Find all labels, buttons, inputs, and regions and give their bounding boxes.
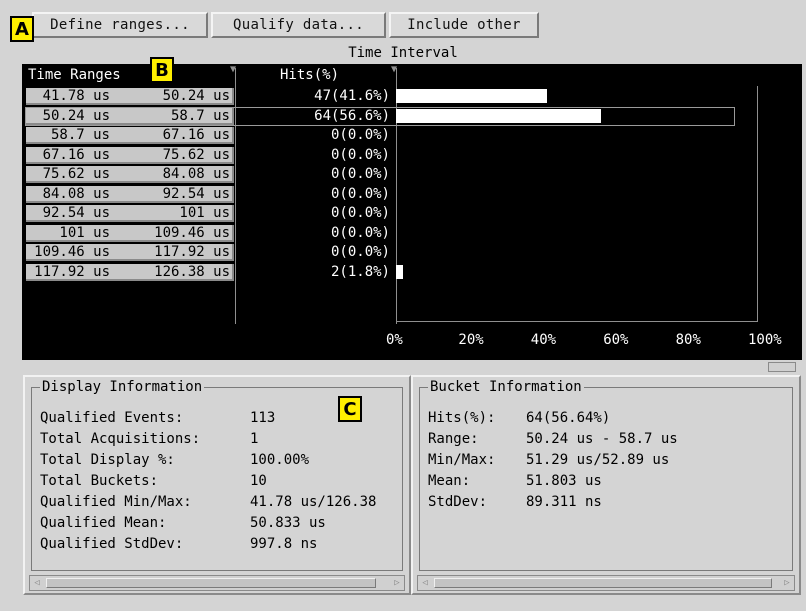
hits-value[interactable]: 64(56.6%) <box>250 108 390 124</box>
info-value: 51.29 us/52.89 us <box>526 452 670 468</box>
time-range-row[interactable]: 67.16 us 75.62 us <box>26 146 234 164</box>
scroll-right-arrow-icon[interactable]: ▷ <box>390 576 404 590</box>
range-high: 67.16 us <box>162 127 230 143</box>
bucket-info-panel: Bucket Information Hits(%): 64(56.64%) Ran… <box>411 375 801 595</box>
hits-value[interactable]: 0(0.0%) <box>250 166 390 182</box>
info-label: Hits(%): <box>428 410 496 426</box>
hits-bar[interactable] <box>396 89 547 103</box>
range-low: 92.54 us <box>42 205 110 221</box>
range-high: 109.46 us <box>154 224 230 241</box>
info-label: StdDev: <box>428 494 488 510</box>
range-high: 101 us <box>179 205 230 221</box>
callout-a: A <box>10 16 34 42</box>
range-low: 75.62 us <box>42 166 110 182</box>
info-value: 64(56.64%) <box>526 410 611 426</box>
time-range-row[interactable]: 41.78 us 50.24 us <box>26 88 234 105</box>
hits-value[interactable]: 0(0.0%) <box>250 205 390 221</box>
info-value: 89.311 ns <box>526 494 602 510</box>
info-value: 1 <box>250 431 259 447</box>
bucket-info-title: Bucket Information <box>428 379 584 395</box>
range-low: 84.08 us <box>42 185 110 202</box>
info-label: Mean: <box>428 473 471 489</box>
callout-b: B <box>150 57 174 83</box>
info-label: Qualified Mean: <box>40 515 167 531</box>
histogram-panel[interactable]: Time Ranges Hits(%) ▼ ▼ 41.78 us 50.24 us… <box>22 64 802 360</box>
bucket-info-frame: Bucket Information Hits(%): 64(56.64%) Ran… <box>419 379 793 571</box>
hits-header: Hits(%) <box>280 67 340 83</box>
divider-handle-left[interactable]: ▼ <box>230 64 236 75</box>
info-value: 100.00% <box>250 452 310 468</box>
time-range-row[interactable]: 101 us 109.46 us <box>26 224 234 242</box>
info-value: 50.833 us <box>250 515 326 531</box>
scrollbar-thumb[interactable] <box>46 578 376 588</box>
axis-tick-label: 60% <box>603 332 629 348</box>
info-value: 41.78 us/126.38 <box>250 494 377 510</box>
scroll-right-arrow-icon[interactable]: ▷ <box>780 576 794 590</box>
range-high: 126.38 us <box>154 263 230 280</box>
hits-value[interactable]: 0(0.0%) <box>250 244 390 260</box>
scroll-left-arrow-icon[interactable]: ◁ <box>30 576 44 590</box>
hits-value[interactable]: 0(0.0%) <box>250 225 390 241</box>
hits-value[interactable]: 2(1.8%) <box>250 264 390 280</box>
histogram-title: Time Interval <box>348 45 458 61</box>
axis-tick-label: 0% <box>386 332 403 348</box>
info-label: Qualified Events: <box>40 410 184 426</box>
time-range-row[interactable]: 117.92 us 126.38 us <box>26 263 234 281</box>
range-low: 109.46 us <box>34 244 110 260</box>
axis-tick-label: 40% <box>530 332 557 348</box>
hits-value[interactable]: 0(0.0%) <box>250 127 390 143</box>
splitter-handle[interactable] <box>768 362 796 372</box>
display-info-scrollbar[interactable]: ◁ ▷ <box>29 575 405 591</box>
info-value: 997.8 ns <box>250 536 318 552</box>
info-label: Total Display %: <box>40 452 175 468</box>
info-label: Min/Max: <box>428 452 496 468</box>
time-range-row[interactable]: 109.46 us 117.92 us <box>26 244 234 261</box>
time-range-row[interactable]: 75.62 us 84.08 us <box>26 166 234 183</box>
range-high: 84.08 us <box>162 166 230 182</box>
info-label: Range: <box>428 431 479 447</box>
axis-tick-label: 80% <box>675 332 701 348</box>
info-label: Qualified StdDev: <box>40 536 184 552</box>
range-low: 101 us <box>59 224 110 241</box>
info-value: 51.803 us <box>526 473 602 489</box>
scrollbar-thumb[interactable] <box>434 578 772 588</box>
info-label: Total Buckets: <box>40 473 159 489</box>
time-range-row[interactable]: 84.08 us 92.54 us <box>26 185 234 203</box>
range-high: 117.92 us <box>154 244 230 260</box>
range-high: 92.54 us <box>162 185 230 202</box>
info-label: Qualified Min/Max: <box>40 494 192 510</box>
info-value: 113 <box>250 410 276 426</box>
range-low: 50.24 us <box>42 107 110 124</box>
range-low: 58.7 us <box>50 127 110 143</box>
range-low: 67.16 us <box>42 146 110 163</box>
include-other-button[interactable]: Include other <box>389 12 539 38</box>
info-value: 50.24 us - 58.7 us <box>526 431 678 447</box>
hits-value[interactable]: 0(0.0%) <box>250 147 390 163</box>
info-label: Total Acquisitions: <box>40 431 201 447</box>
range-low: 41.78 us <box>42 88 110 104</box>
callout-c: C <box>338 396 362 422</box>
hits-value[interactable]: 0(0.0%) <box>250 186 390 202</box>
range-low: 117.92 us <box>34 263 110 280</box>
range-high: 58.7 us <box>170 107 230 124</box>
hits-value[interactable]: 47(41.6%) <box>250 88 390 104</box>
axis-tick-label: 20% <box>458 332 484 348</box>
axis-tick-label: 100% <box>748 332 782 348</box>
info-value: 10 <box>250 473 267 489</box>
range-high: 75.62 us <box>162 146 230 163</box>
qualify-data-button[interactable]: Qualify data... <box>211 12 386 38</box>
time-ranges-header: Time Ranges <box>28 67 121 83</box>
hits-bar[interactable] <box>396 264 403 279</box>
divider-handle-right[interactable]: ▼ <box>391 64 397 75</box>
hits-bar[interactable] <box>396 108 601 123</box>
time-range-row[interactable]: 58.7 us 67.16 us <box>26 127 234 144</box>
range-high: 50.24 us <box>162 88 230 104</box>
display-info-title: Display Information <box>40 379 205 395</box>
define-ranges-button[interactable]: Define ranges... <box>32 12 208 38</box>
scroll-left-arrow-icon[interactable]: ◁ <box>418 576 432 590</box>
bucket-info-scrollbar[interactable]: ◁ ▷ <box>417 575 795 591</box>
time-range-row[interactable]: 50.24 us 58.7 us <box>26 107 234 125</box>
time-range-row[interactable]: 92.54 us 101 us <box>26 205 234 222</box>
